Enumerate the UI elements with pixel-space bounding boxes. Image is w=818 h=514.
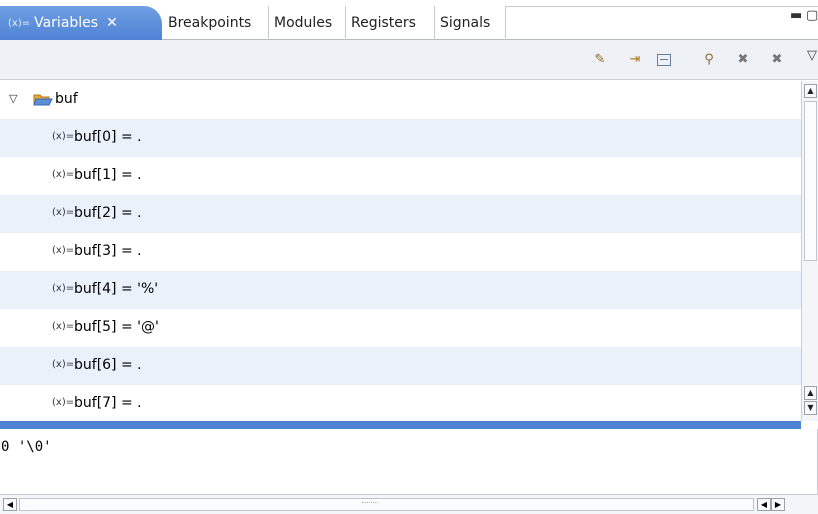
scroll-left-icon[interactable]: ◀: [757, 498, 771, 511]
variable-text: buf[0] = .: [74, 129, 142, 145]
remove-icon[interactable]: ✖: [734, 52, 752, 68]
scroll-up-icon[interactable]: ▲: [804, 386, 817, 400]
collapse-all-icon[interactable]: [657, 54, 671, 66]
pane-divider[interactable]: [0, 421, 801, 429]
tree-row[interactable]: (x)= buf[7] = .: [0, 385, 801, 421]
scrollbar-thumb[interactable]: [804, 101, 817, 261]
tree-root-label: buf: [55, 91, 78, 107]
remove-all-icon[interactable]: ✖: [768, 52, 786, 68]
minimize-icon[interactable]: ▬: [790, 8, 802, 23]
variable-icon: (x)=: [52, 283, 75, 294]
variables-icon: (x)=: [8, 17, 31, 29]
detail-value: 0 '\0': [1, 439, 52, 455]
variable-icon: (x)=: [52, 169, 75, 180]
tree-row[interactable]: (x)= buf[6] = .: [0, 347, 801, 385]
detail-pane[interactable]: 0 '\0': [0, 429, 818, 494]
variable-text: buf[5] = '@': [74, 319, 159, 335]
variables-tree[interactable]: ▽ buf (x)= buf[0] = . (x)= buf[1] = . (x…: [0, 81, 801, 421]
expand-toggle-icon[interactable]: ▽: [9, 92, 17, 105]
tree-row[interactable]: (x)= buf[2] = .: [0, 195, 801, 233]
variable-icon: (x)=: [52, 207, 75, 218]
tab-modules[interactable]: Modules: [270, 6, 346, 40]
tree-row[interactable]: (x)= buf[4] = '%': [0, 271, 801, 309]
view-menu-icon[interactable]: ▽: [803, 48, 818, 64]
tab-registers[interactable]: Registers: [347, 6, 435, 40]
variable-icon: (x)=: [52, 321, 75, 332]
variable-text: buf[6] = .: [74, 357, 142, 373]
tree-row[interactable]: (x)= buf[5] = '@': [0, 309, 801, 347]
variable-icon: (x)=: [52, 359, 75, 370]
close-icon[interactable]: ✕: [106, 15, 118, 31]
scrollbar-thumb[interactable]: [19, 498, 754, 511]
scrollbar-grip-icon: [362, 498, 378, 503]
tab-variables-label: Variables: [34, 15, 99, 31]
connect-icon[interactable]: ⚲: [700, 52, 718, 68]
scroll-left-icon[interactable]: ◀: [3, 498, 17, 511]
tab-variables[interactable]: (x)= Variables ✕: [0, 6, 162, 40]
vertical-scrollbar[interactable]: ▲ ▲ ▼: [801, 81, 818, 421]
variable-icon: (x)=: [52, 131, 75, 142]
scroll-right-icon[interactable]: ▶: [771, 498, 785, 511]
view-toolbar: ✎ ⇥ ⚲ ✖ ✖ ▽: [0, 40, 818, 80]
tree-row[interactable]: (x)= buf[3] = .: [0, 233, 801, 271]
maximize-icon[interactable]: ▢: [806, 8, 818, 23]
folder-open-icon: [33, 94, 53, 106]
variable-text: buf[4] = '%': [74, 281, 159, 297]
tree-row[interactable]: (x)= buf[0] = .: [0, 119, 801, 157]
tree-row[interactable]: (x)= buf[1] = .: [0, 157, 801, 195]
tree-root-buf[interactable]: ▽ buf: [0, 81, 801, 119]
tab-signals[interactable]: Signals: [436, 6, 506, 40]
variable-text: buf[2] = .: [74, 205, 142, 221]
variable-text: buf[7] = .: [74, 395, 142, 411]
view-tab-bar: (x)= Variables ✕ Breakpoints Modules Reg…: [0, 0, 818, 40]
scroll-up-icon[interactable]: ▲: [804, 84, 817, 98]
variable-text: buf[1] = .: [74, 167, 142, 183]
horizontal-scrollbar[interactable]: ◀ ◀ ▶: [0, 494, 818, 514]
variable-text: buf[3] = .: [74, 243, 142, 259]
show-logical-structure-icon[interactable]: ⇥: [626, 52, 644, 68]
scroll-down-icon[interactable]: ▼: [804, 401, 817, 415]
tab-breakpoints[interactable]: Breakpoints: [164, 6, 269, 40]
variable-icon: (x)=: [52, 245, 75, 256]
tab-bar-filler: [506, 6, 818, 40]
show-type-names-icon[interactable]: ✎: [591, 52, 609, 68]
variable-icon: (x)=: [52, 397, 75, 408]
